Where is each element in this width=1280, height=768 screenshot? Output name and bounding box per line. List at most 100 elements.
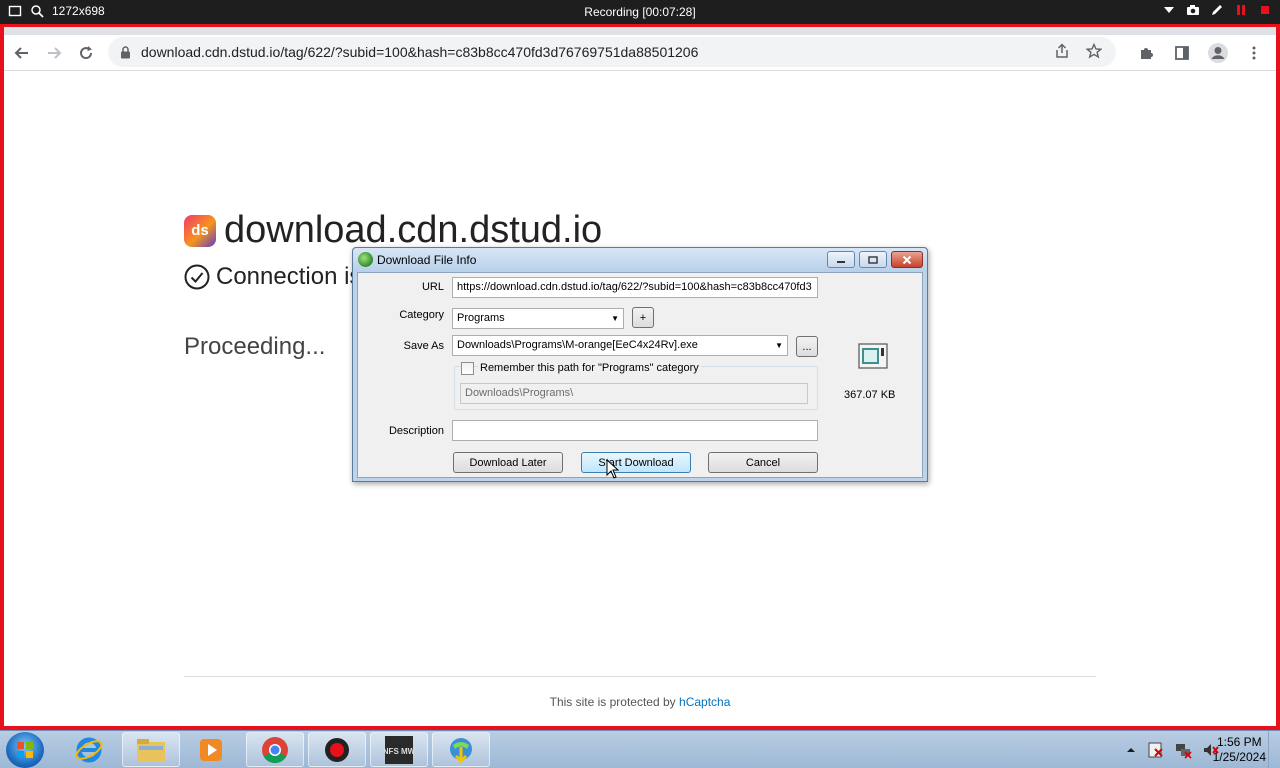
browser-toolbar: download.cdn.dstud.io/tag/622/?subid=100…	[4, 35, 1276, 71]
add-category-button[interactable]: +	[632, 307, 654, 328]
start-download-button[interactable]: Start Download	[581, 452, 691, 473]
save-as-value: Downloads\Programs\M-orange[EeC4x24Rv].e…	[457, 339, 698, 351]
remember-path-field: Downloads\Programs\	[460, 383, 808, 404]
file-size: 367.07 KB	[844, 389, 896, 401]
browser-actions	[1130, 37, 1270, 69]
site-logo: ds	[184, 214, 216, 247]
taskbar-file-explorer[interactable]	[122, 732, 180, 767]
media-player-icon	[200, 738, 222, 761]
dropdown-arrow-icon[interactable]	[1162, 3, 1176, 17]
description-label: Description	[388, 425, 444, 437]
side-panel-button[interactable]	[1166, 37, 1198, 69]
folder-icon	[137, 738, 165, 762]
category-value: Programs	[457, 312, 505, 324]
arrow-right-icon	[48, 46, 62, 59]
clock[interactable]: 1:56 PM 1/25/2024	[1213, 735, 1266, 765]
maximize-icon	[868, 255, 878, 264]
avatar-icon	[1208, 43, 1228, 63]
category-label: Category	[399, 309, 444, 321]
extensions-button[interactable]	[1130, 37, 1162, 69]
windows-logo-icon	[17, 742, 33, 758]
close-icon	[902, 255, 912, 264]
remember-path-checkbox[interactable]	[461, 362, 474, 375]
taskbar-recorder[interactable]	[308, 732, 366, 767]
clock-time: 1:56 PM	[1216, 735, 1262, 749]
dialog-title: Download File Info	[377, 253, 477, 267]
menu-button[interactable]	[1238, 37, 1270, 69]
action-center-icon[interactable]	[1146, 741, 1164, 759]
taskbar-internet-explorer[interactable]	[60, 732, 118, 767]
nfs-icon: NFS MW	[384, 735, 414, 764]
url-label: URL	[421, 281, 444, 293]
remember-path-label: Remember this path for "Programs" catego…	[478, 362, 701, 374]
site-header: ds download.cdn.dstud.io	[184, 209, 602, 252]
side-panel-icon	[1175, 46, 1189, 60]
clock-date: 1/25/2024	[1212, 750, 1266, 764]
stop-icon[interactable]	[1258, 3, 1272, 17]
footer-text: This site is protected by	[549, 695, 676, 709]
show-hidden-icons-icon[interactable]	[1126, 745, 1136, 755]
taskbar: NFS MW 1:56 PM 1/25/2024	[0, 730, 1280, 768]
nfs-label: NFS MW	[384, 747, 414, 756]
download-file-info-dialog: Download File Info URL https://download.…	[352, 247, 928, 482]
save-as-combo[interactable]: Downloads\Programs\M-orange[EeC4x24Rv].e…	[452, 335, 788, 356]
recorder-title: Recording [00:07:28]	[584, 5, 696, 19]
minimize-button[interactable]	[827, 251, 855, 268]
share-icon[interactable]	[1054, 43, 1070, 59]
browse-button[interactable]: ...	[796, 336, 818, 357]
chrome-icon	[262, 736, 288, 763]
camera-icon[interactable]	[1186, 3, 1200, 17]
category-select[interactable]: Programs ▼	[452, 308, 624, 329]
footer: This site is protected by hCaptcha	[4, 695, 1276, 709]
download-later-button[interactable]: Download Later	[453, 452, 563, 473]
pencil-icon[interactable]	[1210, 3, 1224, 17]
idm-globe-icon	[358, 252, 373, 267]
url-field[interactable]: https://download.cdn.dstud.io/tag/622/?s…	[452, 277, 818, 298]
kebab-menu-icon	[1252, 46, 1256, 60]
dialog-titlebar[interactable]: Download File Info	[353, 248, 927, 272]
connection-status: Connection is	[184, 263, 361, 291]
forward-button[interactable]	[38, 37, 70, 69]
footer-divider	[184, 676, 1096, 677]
file-type-icon	[858, 343, 888, 369]
network-icon[interactable]	[1174, 741, 1192, 759]
close-button[interactable]	[891, 251, 923, 268]
save-as-label: Save As	[403, 340, 444, 352]
proceeding-text: Proceeding...	[184, 333, 326, 360]
pause-icon[interactable]	[1234, 3, 1248, 17]
reload-icon	[80, 45, 93, 59]
taskbar-nfs[interactable]: NFS MW	[370, 732, 428, 767]
minimize-icon	[837, 260, 845, 263]
start-button[interactable]	[6, 732, 44, 768]
lock-icon	[121, 45, 130, 58]
back-button[interactable]	[6, 37, 38, 69]
taskbar-idm[interactable]	[432, 732, 490, 767]
system-tray	[1126, 741, 1220, 759]
maximize-button[interactable]	[859, 251, 887, 268]
taskbar-chrome[interactable]	[246, 732, 304, 767]
description-field[interactable]	[452, 420, 818, 441]
puzzle-icon	[1141, 48, 1153, 59]
omnibox-actions	[1054, 43, 1102, 59]
site-title: download.cdn.dstud.io	[224, 209, 603, 251]
show-desktop-button[interactable]	[1268, 731, 1280, 768]
mouse-cursor-icon	[606, 459, 620, 479]
chevron-down-icon: ▼	[611, 314, 619, 323]
taskbar-media-player[interactable]	[182, 732, 240, 767]
dialog-body: URL https://download.cdn.dstud.io/tag/62…	[357, 272, 923, 479]
star-icon[interactable]	[1086, 43, 1102, 59]
record-icon	[325, 737, 349, 762]
hcaptcha-link[interactable]: hCaptcha	[679, 695, 730, 709]
screen: 1272x698 Recording [00:07:28] download.c…	[0, 0, 1280, 768]
reload-button[interactable]	[70, 37, 102, 69]
cancel-button[interactable]: Cancel	[708, 452, 818, 473]
tab-strip	[4, 27, 1276, 35]
internet-explorer-icon	[75, 737, 103, 762]
url-text: download.cdn.dstud.io/tag/622/?subid=100…	[141, 44, 699, 60]
address-bar[interactable]: download.cdn.dstud.io/tag/622/?subid=100…	[108, 37, 1116, 67]
profile-button[interactable]	[1202, 37, 1234, 69]
arrow-left-icon	[14, 46, 28, 59]
recorder-controls	[1162, 3, 1272, 17]
recorder-bar: 1272x698 Recording [00:07:28]	[0, 0, 1280, 24]
check-circle-icon	[184, 264, 210, 290]
